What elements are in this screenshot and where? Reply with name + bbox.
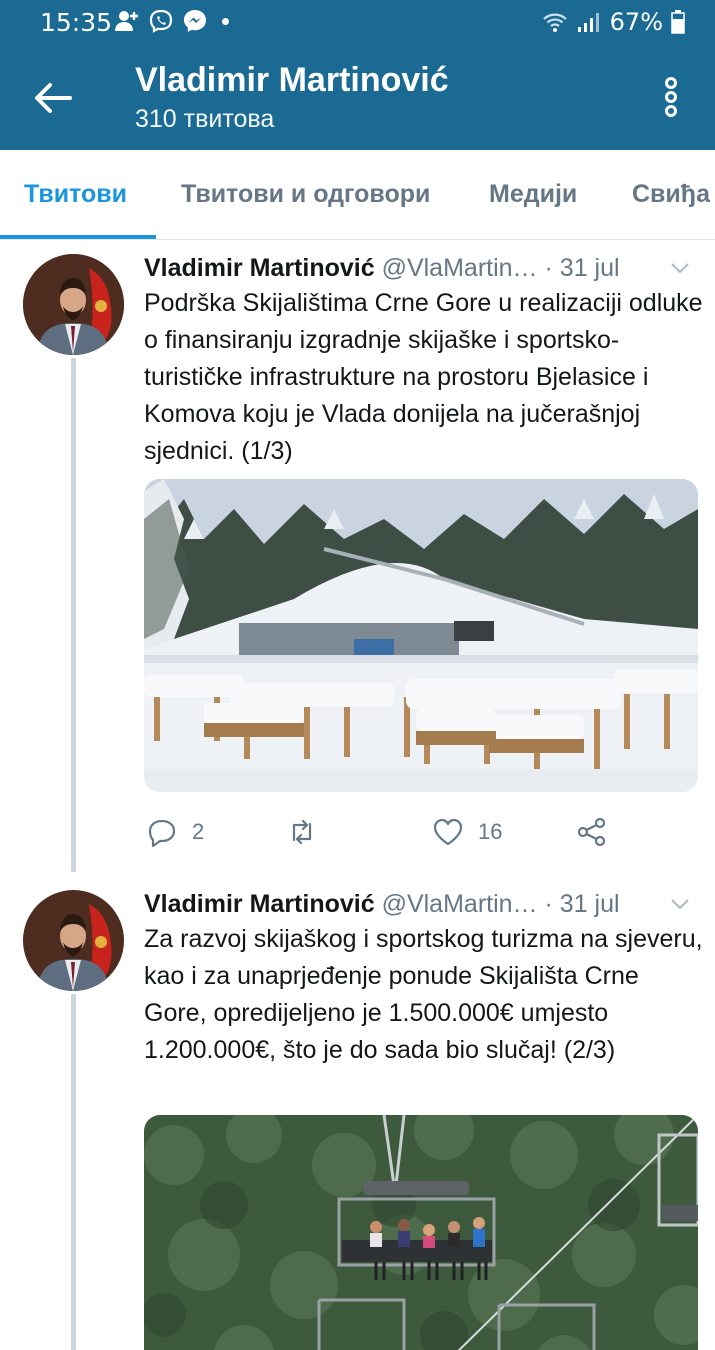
profile-tabs: Твитови Твитови и одговори Медији Свиђа: [0, 150, 715, 240]
profile-name: Vladimir Martinović: [135, 61, 449, 99]
retweet-icon: [292, 819, 312, 845]
reply-button[interactable]: 2: [146, 816, 204, 848]
like-count: 16: [478, 819, 503, 844]
reply-icon: [148, 819, 176, 848]
arrow-left-icon[interactable]: [30, 78, 76, 118]
heart-icon: [433, 818, 463, 846]
like-button[interactable]: 16: [432, 816, 502, 848]
thread-line: [71, 358, 76, 872]
avatar[interactable]: [23, 890, 124, 991]
chevron-down-icon[interactable]: [668, 892, 692, 916]
battery-percent: 67%: [609, 8, 663, 36]
retweet-button[interactable]: [286, 816, 332, 848]
thread-line: [71, 994, 76, 1350]
author-name[interactable]: Vladimir Martinović: [144, 890, 375, 918]
status-time: 15:35: [40, 8, 113, 37]
viber-icon: [149, 9, 173, 33]
author-handle[interactable]: @VlaMartin…: [382, 890, 538, 918]
share-button[interactable]: [576, 816, 608, 848]
author-name[interactable]: Vladimir Martinović: [144, 254, 375, 282]
tab-tweets-and-replies[interactable]: Твитови и одговори: [181, 180, 430, 209]
battery-icon: [671, 10, 685, 34]
profile-title-block: Vladimir Martinović 310 твитова: [135, 58, 449, 136]
tweet-date: · 31 jul: [544, 254, 620, 282]
tweet-text: Za razvoj skijaškog i sportskog turizma …: [144, 925, 703, 1064]
tweet-item[interactable]: Vladimir Martinović @VlaMartin… · 31 jul…: [0, 242, 715, 872]
tweet-text: Podrška Skijalištima Crne Gore u realiza…: [144, 289, 703, 465]
status-bar: 15:35 67%: [0, 0, 715, 46]
tweet-header: Vladimir Martinović @VlaMartin… · 31 jul: [144, 890, 704, 919]
chevron-down-icon[interactable]: [668, 256, 692, 280]
tab-likes[interactable]: Свиђа: [632, 180, 710, 209]
tweet-actions: 2 16: [146, 816, 626, 856]
reply-count: 2: [192, 819, 205, 844]
share-icon: [577, 817, 606, 847]
tab-media[interactable]: Медији: [489, 180, 577, 209]
notification-dot: [222, 17, 229, 25]
person-add-icon: [115, 11, 138, 31]
tweet-count: 310 твитова: [135, 105, 275, 133]
tweet-item[interactable]: Vladimir Martinović @VlaMartin… · 31 jul…: [0, 878, 715, 1350]
author-handle[interactable]: @VlaMartin…: [382, 254, 538, 282]
tab-tweets[interactable]: Твитови: [24, 180, 127, 209]
tweet-header: Vladimir Martinović @VlaMartin… · 31 jul: [144, 254, 704, 283]
avatar[interactable]: [23, 254, 124, 355]
signal-icon: [577, 13, 599, 32]
app-header: 15:35 67% Vladimir Martinović 310 твитов…: [0, 0, 715, 150]
messenger-icon: [184, 10, 206, 32]
snowy-ski-resort-photo[interactable]: [144, 479, 698, 792]
more-vertical-icon[interactable]: [661, 76, 681, 118]
chairlift-photo[interactable]: [144, 1115, 698, 1350]
tweet-date: · 31 jul: [544, 890, 620, 918]
active-tab-indicator: [0, 235, 156, 239]
wifi-icon: [542, 13, 567, 32]
